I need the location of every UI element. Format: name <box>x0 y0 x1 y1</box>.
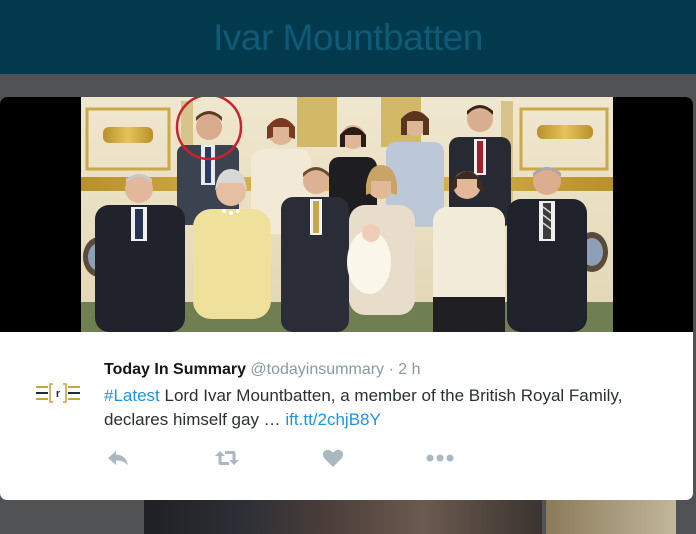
tweet-text: #Latest Lord Ivar Mountbatten, a member … <box>104 384 644 432</box>
like-icon <box>322 449 344 467</box>
background-photo <box>144 494 542 534</box>
retweet-button[interactable] <box>213 447 241 469</box>
avatar[interactable]: r <box>34 381 82 405</box>
page-title: Ivar Mountbatten <box>213 17 483 58</box>
svg-text:r: r <box>56 388 61 400</box>
tweet-url-link[interactable]: ift.tt/2chjB8Y <box>285 410 380 429</box>
tweet: r Today In Summary @todayinsummary · 2 h… <box>0 332 693 500</box>
tweet-modal: r Today In Summary @todayinsummary · 2 h… <box>0 97 693 500</box>
reply-icon <box>108 451 128 465</box>
author-handle[interactable]: @todayinsummary <box>250 361 384 378</box>
retweet-icon <box>215 451 239 465</box>
hashtag-link[interactable]: #Latest <box>104 386 160 405</box>
reply-button[interactable] <box>104 447 132 469</box>
meta-separator: · <box>384 361 399 378</box>
today-in-summary-logo-icon: r <box>36 383 80 403</box>
like-button[interactable] <box>319 447 347 469</box>
media-container <box>0 97 693 332</box>
more-icon <box>426 454 454 462</box>
page-header: Ivar Mountbatten <box>0 0 696 74</box>
tweet-timestamp[interactable]: 2 h <box>398 361 420 378</box>
background-photo-right <box>546 494 676 534</box>
tweet-header: Today In Summary @todayinsummary · 2 h <box>104 361 421 379</box>
author-name[interactable]: Today In Summary <box>104 361 246 378</box>
more-button[interactable] <box>426 447 454 469</box>
tweet-photo[interactable] <box>81 97 613 332</box>
